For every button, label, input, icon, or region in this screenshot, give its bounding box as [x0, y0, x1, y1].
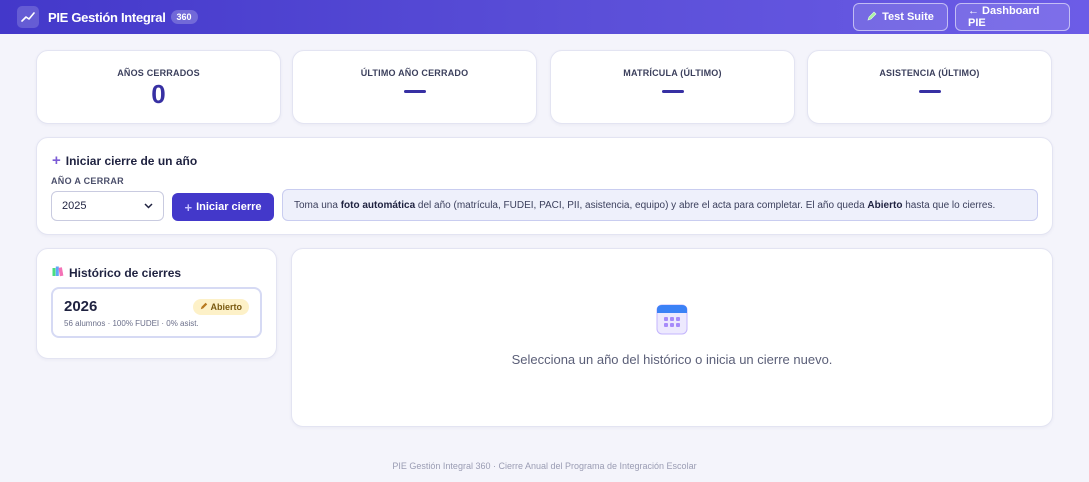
- pencil-icon: [867, 11, 877, 24]
- chevron-down-icon: [144, 200, 153, 212]
- history-year-item[interactable]: 2026 Abierto 56 alumnos · 100% FUDEI · 0…: [51, 287, 262, 338]
- history-title-text: Histórico de cierres: [69, 265, 182, 280]
- info-text-2: del año (matrícula, FUDEI, PACI, PII, as…: [415, 199, 868, 211]
- calendar-icon: [656, 303, 688, 340]
- history-card: Histórico de cierres 2026 Abierto 56 alu…: [36, 248, 277, 359]
- dashboard-button[interactable]: ← Dashboard PIE: [955, 3, 1070, 31]
- stat-card-last-closed-year: ÚLTIMO AÑO CERRADO: [292, 50, 537, 124]
- info-message: Toma una foto automática del año (matríc…: [282, 189, 1038, 221]
- stat-empty-value: [918, 90, 941, 93]
- stat-empty-value: [403, 90, 426, 93]
- detail-panel: Selecciona un año del histórico o inicia…: [291, 248, 1053, 427]
- pencil-icon: [200, 302, 208, 312]
- stat-label: MATRÍCULA (ÚLTIMO): [623, 68, 722, 78]
- year-select[interactable]: 2025: [51, 191, 164, 221]
- info-bold-2: Abierto: [867, 199, 903, 211]
- stat-card-enrollment: MATRÍCULA (ÚLTIMO): [550, 50, 795, 124]
- footer-text: PIE Gestión Integral 360 · Cierre Anual …: [392, 461, 697, 471]
- stat-empty-value: [661, 90, 684, 93]
- info-text-3: hasta que lo cierres.: [902, 199, 996, 211]
- version-badge: 360: [170, 10, 198, 24]
- stat-card-attendance: ASISTENCIA (ÚLTIMO): [807, 50, 1052, 124]
- test-suite-button[interactable]: Test Suite: [853, 3, 948, 31]
- plus-icon: +: [184, 199, 193, 215]
- stat-card-closed-years: AÑOS CERRADOS 0: [36, 50, 281, 124]
- year-select-value: 2025: [62, 200, 87, 212]
- history-title: Histórico de cierres: [52, 265, 181, 280]
- status-badge: Abierto: [192, 299, 249, 315]
- dashboard-label: ← Dashboard PIE: [968, 5, 1040, 29]
- stat-label: ASISTENCIA (ÚLTIMO): [879, 68, 980, 78]
- history-year: 2026: [64, 298, 98, 315]
- start-closing-button[interactable]: + Iniciar cierre: [172, 193, 274, 221]
- start-section-title: + Iniciar cierre de un año: [52, 152, 198, 169]
- plus-icon: +: [52, 152, 61, 169]
- stat-label: ÚLTIMO AÑO CERRADO: [360, 68, 469, 78]
- books-icon: [52, 265, 64, 280]
- status-badge-label: Abierto: [210, 302, 243, 312]
- test-suite-label: Test Suite: [882, 11, 934, 23]
- start-section-title-text: Iniciar cierre de un año: [65, 154, 198, 168]
- start-closing-card: + Iniciar cierre de un año AÑO A CERRAR …: [36, 137, 1053, 235]
- info-bold-1: foto automática: [340, 199, 416, 211]
- top-bar: PIE Gestión Integral 360 Test Suite ← Da…: [0, 0, 1089, 34]
- start-closing-label: Iniciar cierre: [196, 201, 262, 213]
- stat-value: 0: [151, 79, 166, 109]
- history-year-meta: 56 alumnos · 100% FUDEI · 0% asist.: [64, 319, 199, 328]
- empty-state-message: Selecciona un año del histórico o inicia…: [511, 352, 833, 367]
- app-title: PIE Gestión Integral: [48, 9, 166, 25]
- info-text-1: Toma una: [294, 199, 341, 211]
- trend-chart-icon: [17, 6, 39, 28]
- year-field-label: AÑO A CERRAR: [51, 176, 124, 186]
- stat-label: AÑOS CERRADOS: [117, 68, 200, 78]
